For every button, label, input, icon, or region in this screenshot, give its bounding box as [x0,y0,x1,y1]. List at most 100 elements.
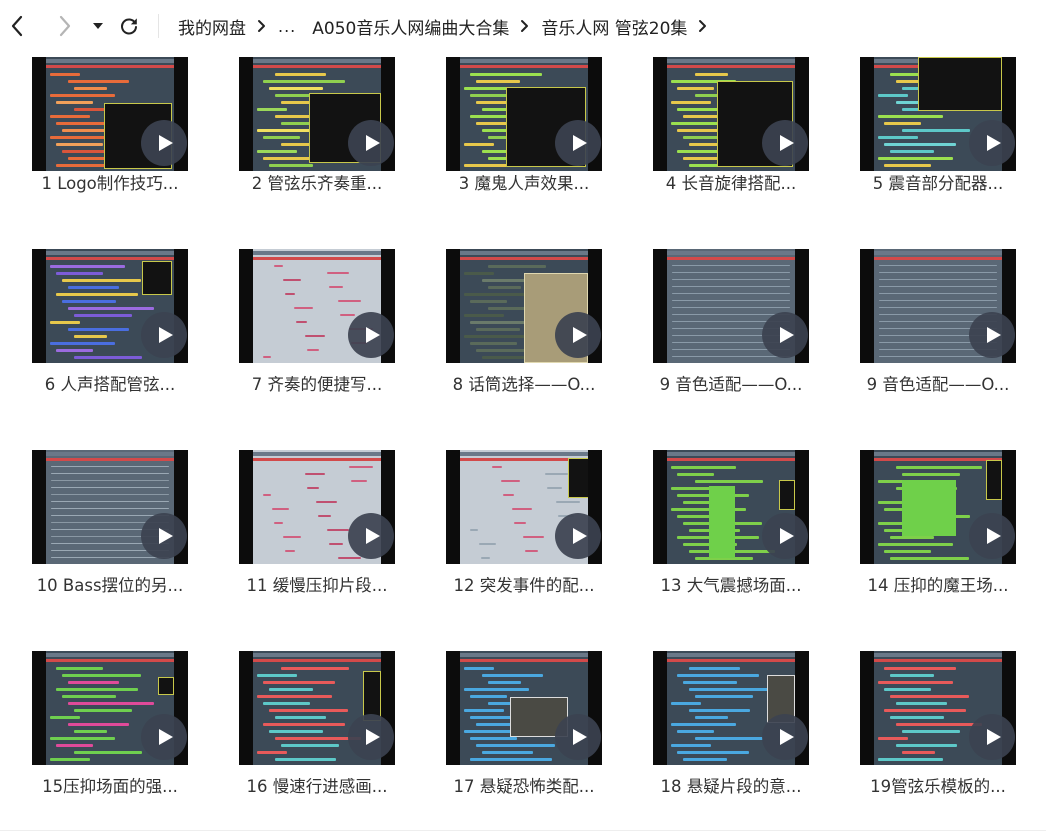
thumbnail-track [672,356,790,357]
thumbnail-track [74,314,132,317]
play-button[interactable] [762,714,808,760]
back-button[interactable] [2,10,32,42]
video-title[interactable]: 9 音色适配——O... [856,371,1020,395]
play-button[interactable] [348,312,394,358]
thumbnail-track [269,164,313,167]
video-title[interactable]: 11 缓慢压抑片段... [235,572,399,596]
thumbnail-track [307,349,319,351]
video-title[interactable]: 14 压抑的魔王场... [856,572,1020,596]
video-title[interactable]: 12 突发事件的配... [442,572,606,596]
play-button[interactable] [348,714,394,760]
play-button[interactable] [969,513,1015,559]
play-button[interactable] [969,312,1015,358]
thumbnail-track [50,758,90,761]
thumbnail-track [884,550,931,553]
breadcrumb-item-collapsed[interactable]: ... [278,17,296,36]
thumbnail-timeline [460,659,588,662]
video-tile[interactable]: 19管弦乐模板的... [860,651,1030,831]
video-tile[interactable]: 2 管弦乐齐奏重... [239,57,409,237]
play-icon [987,135,1001,151]
thumbnail-track [263,702,310,705]
play-button[interactable] [141,513,187,559]
video-tile[interactable]: 1 Logo制作技巧... [32,57,202,237]
video-tile[interactable]: 4 长音旋律搭配... [653,57,823,237]
video-title[interactable]: 17 悬疑恐怖类配... [442,773,606,797]
breadcrumb-item-collection[interactable]: A050音乐人网编曲大合集 [312,14,509,39]
play-button[interactable] [969,714,1015,760]
play-button[interactable] [141,714,187,760]
thumbnail-track [492,466,502,468]
thumbnail-track [671,101,711,104]
video-title[interactable]: 9 音色适配——O... [649,371,813,395]
video-tile[interactable]: 10 Bass摆位的另... [32,450,202,630]
video-title[interactable]: 8 话筒选择——O... [442,371,606,395]
thumbnail-track [672,293,790,294]
video-tile[interactable]: 14 压抑的魔王场... [860,450,1030,630]
play-button[interactable] [141,312,187,358]
thumbnail-track [902,730,960,733]
forward-button[interactable] [50,10,80,42]
video-tile[interactable]: 6 人声搭配管弦... [32,249,202,429]
video-title[interactable]: 15压抑场面的强... [28,773,192,797]
video-title[interactable]: 4 长音旋律搭配... [649,170,813,194]
refresh-button[interactable] [114,10,144,42]
video-tile[interactable]: 17 悬疑恐怖类配... [446,651,616,831]
play-button[interactable] [555,312,601,358]
play-icon [780,135,794,151]
play-button[interactable] [348,513,394,559]
thumbnail-track [879,286,997,287]
play-button[interactable] [555,513,601,559]
thumbnail-track [56,293,138,296]
video-title[interactable]: 19管弦乐模板的... [856,773,1020,797]
video-tile[interactable]: 9 音色适配——O... [860,249,1030,429]
breadcrumb-item-root[interactable]: 我的网盘 [178,14,246,39]
thumbnail-track [884,143,956,146]
thumbnail-track [74,730,107,733]
play-button[interactable] [141,120,187,166]
thumbnail-toolbar [46,452,174,456]
video-tile[interactable]: 9 音色适配——O... [653,249,823,429]
play-button[interactable] [762,312,808,358]
play-button[interactable] [555,120,601,166]
video-thumbnail [32,57,188,171]
video-tile[interactable]: 12 突发事件的配... [446,450,616,630]
video-tile[interactable]: 7 齐奏的便捷写... [239,249,409,429]
play-button[interactable] [762,120,808,166]
thumbnail-track [884,122,921,125]
video-title[interactable]: 3 魔鬼人声效果... [442,170,606,194]
video-title[interactable]: 7 齐奏的便捷写... [235,371,399,395]
video-tile[interactable]: 18 悬疑片段的意... [653,651,823,831]
thumbnail-toolbar [874,653,1002,657]
video-tile[interactable]: 5 震音部分配器... [860,57,1030,237]
video-title[interactable]: 13 大气震撼场面... [649,572,813,596]
video-tile[interactable]: 15压抑场面的强... [32,651,202,831]
video-title[interactable]: 10 Bass摆位的另... [28,572,192,596]
video-title[interactable]: 18 悬疑片段的意... [649,773,813,797]
video-tile[interactable]: 13 大气震撼场面... [653,450,823,630]
thumbnail-track [56,688,138,691]
video-title[interactable]: 5 震音部分配器... [856,170,1020,194]
video-title[interactable]: 16 慢速行进感画... [235,773,399,797]
play-button[interactable] [555,714,601,760]
video-title[interactable]: 1 Logo制作技巧... [28,170,192,194]
thumbnail-toolbar [460,59,588,63]
thumbnail-track [671,487,711,490]
video-title[interactable]: 6 人声搭配管弦... [28,371,192,395]
thumbnail-track [879,356,997,357]
video-title[interactable]: 2 管弦乐齐奏重... [235,170,399,194]
thumbnail-track [488,681,521,684]
play-icon [780,528,794,544]
video-tile[interactable]: 11 缓慢压抑片段... [239,450,409,630]
play-button[interactable] [762,513,808,559]
history-dropdown-button[interactable] [86,10,110,42]
video-tile[interactable]: 16 慢速行进感画... [239,651,409,831]
breadcrumb-item-current[interactable]: 音乐人网 管弦20集 [541,14,687,39]
thumbnail-track [671,744,711,747]
thumbnail-track [470,737,517,740]
thumbnail-track [878,94,908,97]
play-button[interactable] [348,120,394,166]
play-button[interactable] [969,120,1015,166]
thumbnail-track [56,349,93,352]
video-tile[interactable]: 8 话筒选择——O... [446,249,616,429]
video-tile[interactable]: 3 魔鬼人声效果... [446,57,616,237]
